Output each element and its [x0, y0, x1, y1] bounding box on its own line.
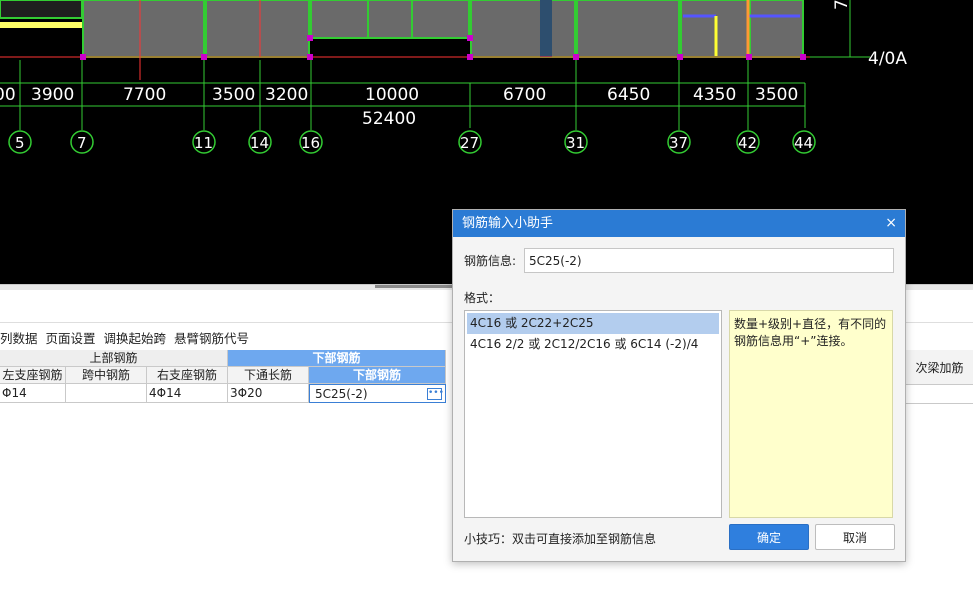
dialog-title-bar[interactable]: 钢筋输入小助手 ×: [453, 210, 905, 237]
toolbar-swap-start-span[interactable]: 调换起始跨: [104, 328, 167, 347]
col-header-secondary-beam[interactable]: 次梁加筋: [906, 350, 973, 385]
axis-label: 14: [250, 134, 269, 152]
group-header-top-rebar: 上部钢筋: [0, 350, 228, 367]
dim-label: 3900: [31, 85, 74, 105]
col-header-right-support[interactable]: 右支座钢筋: [147, 367, 228, 384]
axis-label: 37: [669, 134, 688, 152]
format-item[interactable]: 4C16 2/2 或 2C12/2C16 或 6C14 (-2)/4: [467, 334, 719, 355]
dim-label: 4350: [693, 85, 736, 105]
col-header-bottom-through[interactable]: 下通长筋: [228, 367, 309, 384]
beam-label: 4/0A: [868, 49, 907, 69]
axis-label: 16: [301, 134, 320, 152]
dim-label: 10000: [365, 85, 419, 105]
col-header-bottom-rebar[interactable]: 下部钢筋: [309, 367, 446, 384]
axis-bubbles: [8, 130, 816, 154]
axis-label: 42: [738, 134, 757, 152]
axis-label: 44: [794, 134, 813, 152]
cancel-button[interactable]: 取消: [815, 524, 895, 550]
cell-right-support[interactable]: 4Φ14: [147, 384, 228, 403]
cell-bottom-rebar-value: 5C25(-2): [315, 387, 368, 401]
dim-label: 3500: [755, 85, 798, 105]
col-header-mid-span[interactable]: 跨中钢筋: [66, 367, 147, 384]
dim-label: 6700: [503, 85, 546, 105]
cell-bottom-through[interactable]: 3Φ20: [228, 384, 309, 403]
rebar-table: 上部钢筋 下部钢筋 左支座钢筋 跨中钢筋 右支座钢筋 下通长筋 下部钢筋 Φ14…: [0, 350, 450, 403]
axis-label: 5: [15, 134, 25, 152]
dim-label: 3500: [212, 85, 255, 105]
dim-label: 00: [0, 85, 16, 105]
col-header-left-support[interactable]: 左支座钢筋: [0, 367, 66, 384]
rebar-info-row: 钢筋信息:: [464, 248, 894, 273]
rebar-info-input[interactable]: [524, 248, 894, 273]
rebar-info-label: 钢筋信息:: [464, 254, 517, 268]
cell-left-support[interactable]: Φ14: [0, 384, 66, 403]
table-header-row: 左支座钢筋 跨中钢筋 右支座钢筋 下通长筋 下部钢筋: [0, 367, 450, 384]
ellipsis-button[interactable]: •••: [427, 388, 444, 400]
format-description: 数量+级别+直径，有不同的钢筋信息用“+”连接。: [729, 310, 893, 518]
axis-label: 27: [460, 134, 479, 152]
dialog-title: 钢筋输入小助手: [462, 216, 554, 231]
toolbar-page-setup[interactable]: 页面设置: [46, 328, 96, 347]
dim-label: 3200: [265, 85, 308, 105]
total-dim-label: 52400: [362, 109, 416, 129]
axis-label: 7: [77, 134, 87, 152]
dim-label: 6450: [607, 85, 650, 105]
group-header-bottom-rebar: 下部钢筋: [228, 350, 446, 367]
ok-button[interactable]: 确定: [729, 524, 809, 550]
cell-secondary-beam[interactable]: [906, 385, 973, 404]
top-dim-fragment: 73: [832, 0, 852, 10]
table-row: Φ14 4Φ14 3Φ20 5C25(-2) •••: [0, 384, 450, 403]
toolbar-column-data[interactable]: 列数据: [0, 328, 38, 347]
axis-label: 11: [194, 134, 213, 152]
dim-label: 7700: [123, 85, 166, 105]
cell-mid-span[interactable]: [66, 384, 147, 403]
splitter-grip[interactable]: [375, 285, 453, 288]
table-group-header-row: 上部钢筋 下部钢筋: [0, 350, 450, 367]
beam-spans: [0, 0, 804, 58]
table-extra-column: 次梁加筋: [906, 350, 973, 404]
cell-bottom-rebar[interactable]: 5C25(-2) •••: [309, 384, 446, 403]
format-item[interactable]: 4C16 或 2C22+2C25: [467, 313, 719, 334]
close-icon[interactable]: ×: [885, 210, 897, 237]
rebar-input-assistant-dialog: 钢筋输入小助手 × 钢筋信息: 格式： 4C16 或 2C22+2C25 4C1…: [452, 209, 906, 562]
format-label: 格式：: [464, 291, 501, 305]
tip-text: 小技巧：双击可直接添加至钢筋信息: [464, 532, 657, 546]
format-list[interactable]: 4C16 或 2C22+2C25 4C16 2/2 或 2C12/2C16 或 …: [464, 310, 722, 518]
toolbar-cantilever-code[interactable]: 悬臂钢筋代号: [174, 328, 249, 347]
axis-label: 31: [566, 134, 585, 152]
